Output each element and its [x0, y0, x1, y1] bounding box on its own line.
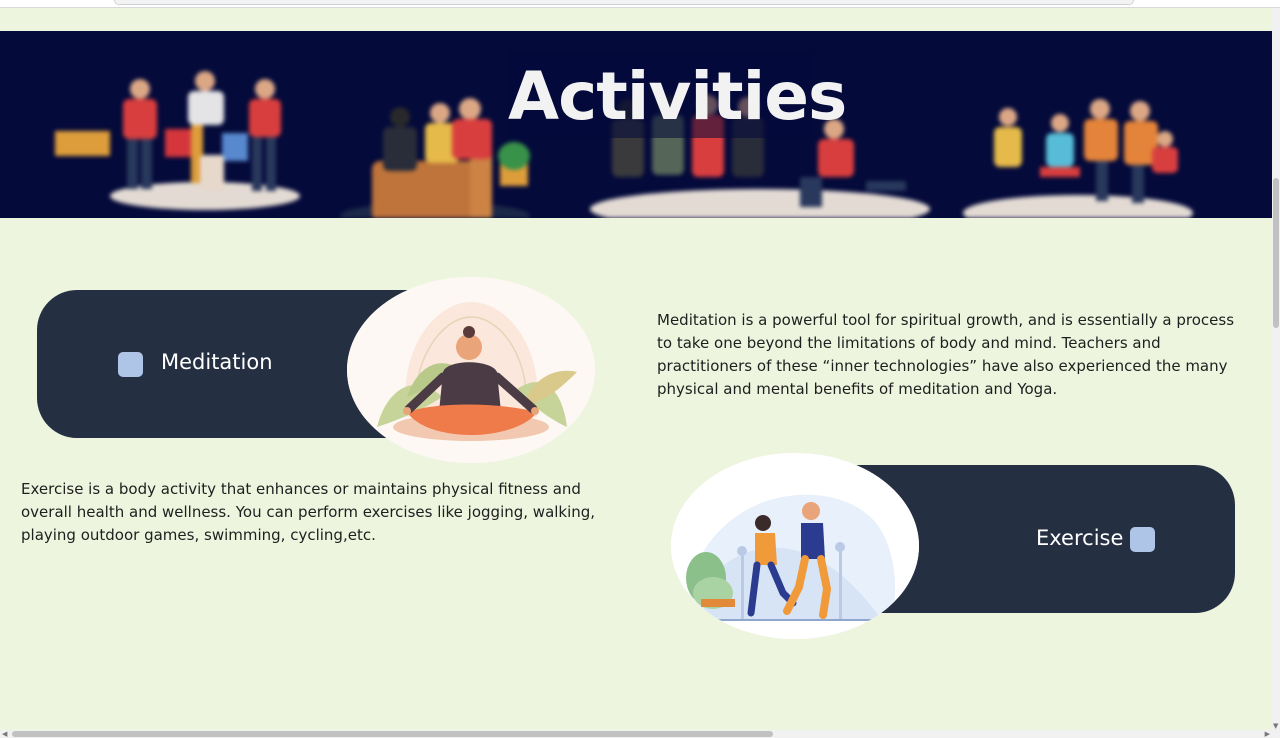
vertical-scroll-thumb[interactable] [1273, 178, 1279, 328]
meditation-image [347, 277, 595, 463]
square-marker-icon [1130, 527, 1155, 552]
meditation-label: Meditation [161, 350, 273, 374]
exercise-description: Exercise is a body activity that enhance… [21, 480, 596, 544]
browser-top-edge [0, 0, 1280, 8]
horizontal-scrollbar[interactable]: ◀ ▶ [0, 730, 1280, 738]
square-marker-icon [118, 352, 143, 377]
arrow-left-icon[interactable]: ◀ [2, 730, 7, 738]
vertical-scrollbar[interactable]: ▼ [1272, 8, 1280, 730]
arrow-right-icon[interactable]: ▶ [1265, 730, 1270, 738]
exercise-illustration [671, 453, 919, 639]
meditation-description: Meditation is a powerful tool for spirit… [657, 311, 1235, 398]
address-bar-edge[interactable] [114, 0, 1134, 5]
horizontal-scroll-thumb[interactable] [12, 731, 773, 737]
meditation-illustration [347, 277, 595, 463]
arrow-down-icon[interactable]: ▼ [1273, 722, 1278, 730]
exercise-image [671, 453, 919, 639]
page-title: Activities [508, 58, 847, 135]
exercise-label: Exercise [1036, 526, 1124, 550]
